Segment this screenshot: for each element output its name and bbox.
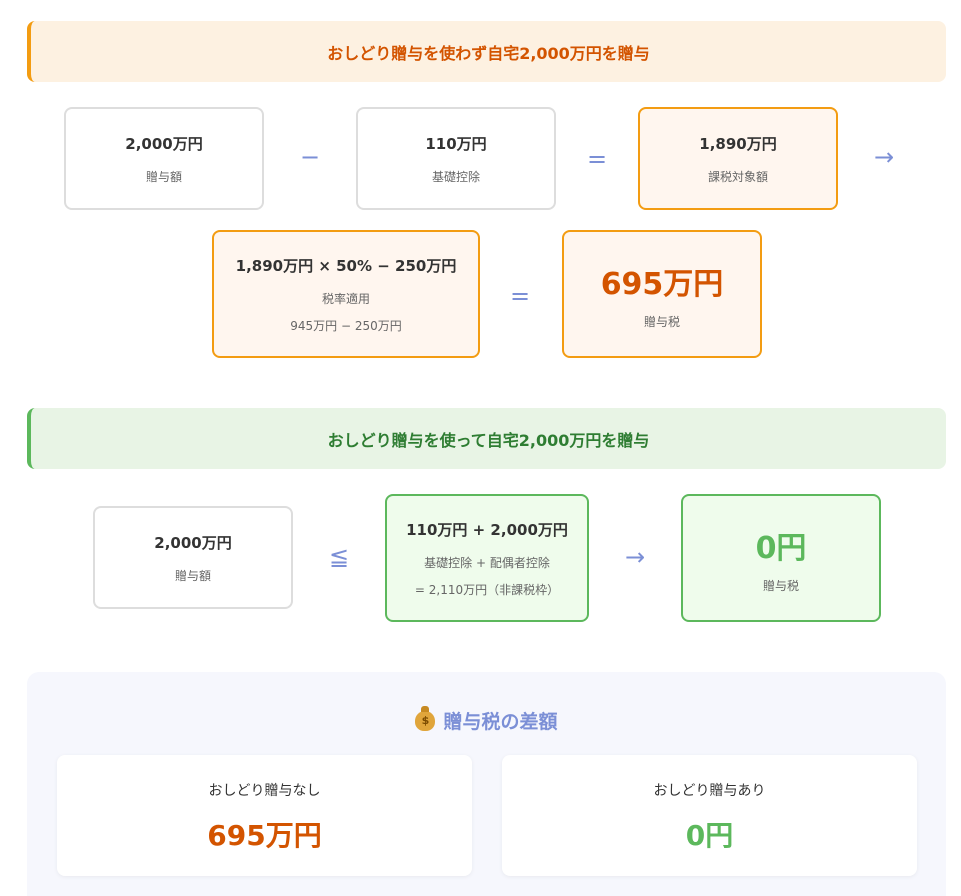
taxable-amount: 1,890万円 (699, 134, 777, 153)
gift-amount-box: 2,000万円 贈与額 (93, 506, 293, 609)
gift-tax-result-box: 695万円 贈与税 (562, 230, 762, 358)
gift-amount-label: 贈与額 (174, 568, 211, 583)
gift-amount: 2,000万円 (125, 134, 203, 153)
without-oshidori-card: おしどり贈与なし 695万円 (57, 755, 472, 876)
with-oshidori-card: おしどり贈与あり 0円 (502, 755, 917, 876)
arrow-right-icon: → (873, 143, 895, 171)
minus-operator: − (299, 143, 321, 171)
less-than-or-equal-operator: ≦ (328, 543, 350, 571)
deductions-box: 110万円 + 2,000万円 基礎控除 + 配偶者控除 = 2,110万円（非… (385, 494, 589, 622)
taxable-amount-label: 課税対象額 (707, 169, 768, 184)
gift-tax-label: 贈与税 (643, 314, 680, 329)
equals-operator: = (509, 282, 531, 310)
arrow-right-icon: → (624, 543, 646, 571)
money-bag-icon (415, 706, 436, 731)
gift-tax-amount: 0円 (755, 530, 807, 566)
gift-amount-label: 贈与額 (145, 169, 182, 184)
gift-amount: 2,000万円 (154, 533, 232, 552)
basic-deduction-label: 基礎控除 (431, 169, 480, 184)
tax-formula-detail: 945万円 − 250万円 (290, 318, 402, 333)
with-oshidori-label: おしどり贈与あり (653, 783, 766, 799)
gift-tax-amount: 695万円 (600, 266, 724, 302)
gift-amount-box: 2,000万円 贈与額 (64, 107, 264, 210)
without-section-title: おしどり贈与を使わず自宅2,000万円を贈与 (27, 21, 946, 82)
gift-tax-result-box: 0円 贈与税 (681, 494, 881, 622)
with-section-title: おしどり贈与を使って自宅2,000万円を贈与 (27, 408, 946, 469)
tax-formula: 1,890万円 × 50% − 250万円 (235, 256, 457, 275)
basic-deduction-amount: 110万円 (425, 134, 487, 153)
summary-title: 贈与税の差額 (443, 711, 558, 733)
without-oshidori-value: 695万円 (207, 819, 322, 852)
tax-formula-box: 1,890万円 × 50% − 250万円 税率適用 945万円 − 250万円 (212, 230, 480, 358)
deductions-label: 基礎控除 + 配偶者控除 (424, 555, 550, 570)
gift-tax-label: 贈与税 (762, 578, 799, 593)
basic-deduction-box: 110万円 基礎控除 (356, 107, 556, 210)
taxable-amount-box: 1,890万円 課税対象額 (638, 107, 838, 210)
tax-formula-label: 税率適用 (321, 291, 370, 306)
tax-difference-summary: 贈与税の差額 おしどり贈与なし 695万円 おしどり贈与あり 0円 (27, 672, 946, 896)
with-oshidori-value: 0円 (685, 819, 734, 852)
summary-title-row: 贈与税の差額 (27, 706, 946, 734)
deductions-detail: = 2,110万円（非課税枠） (414, 582, 560, 597)
equals-operator: = (586, 145, 608, 173)
without-oshidori-label: おしどり贈与なし (208, 783, 321, 799)
deductions-amount: 110万円 + 2,000万円 (406, 520, 568, 539)
